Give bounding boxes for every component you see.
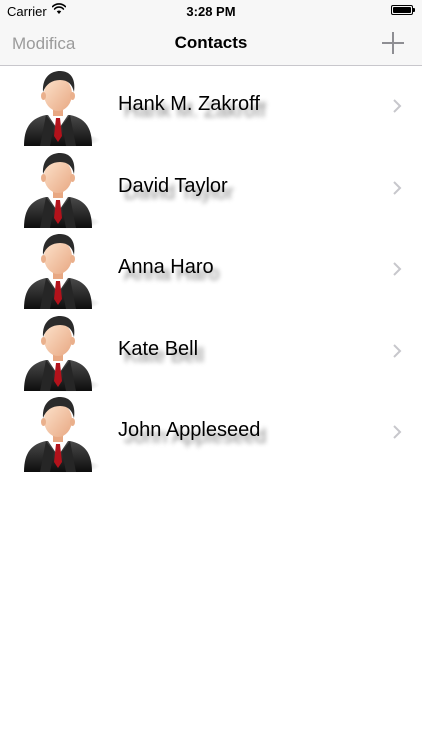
contact-name: Kate Bell: [118, 337, 199, 360]
businessman-avatar-icon: [16, 313, 100, 393]
businessman-avatar-icon: [16, 394, 100, 474]
status-bar: Carrier 3:28 PM: [0, 0, 422, 22]
battery-icon: [391, 5, 415, 15]
contact-row[interactable]: David Taylor: [0, 148, 422, 230]
businessman-avatar-icon: [16, 150, 100, 230]
chevron-right-icon: [393, 262, 402, 276]
status-time: 3:28 PM: [186, 4, 236, 19]
businessman-avatar-icon: [16, 68, 100, 148]
contact-name: David Taylor: [118, 174, 228, 197]
page-title: Contacts: [174, 33, 248, 52]
contact-row[interactable]: Anna Haro: [0, 229, 422, 311]
businessman-avatar-icon: [16, 231, 100, 311]
navigation-bar: Modifica Contacts: [0, 22, 422, 66]
chevron-right-icon: [393, 99, 402, 113]
plus-icon[interactable]: [382, 32, 404, 54]
contact-name: Anna Haro: [118, 256, 214, 278]
contact-name: John Appleseed: [118, 419, 261, 441]
chevron-right-icon: [393, 343, 402, 358]
contact-list: Hank M. Zakroff David Taylor Anna Haro K…: [0, 66, 422, 474]
contact-row[interactable]: Hank M. Zakroff: [0, 66, 422, 148]
contact-row[interactable]: Kate Bell: [0, 311, 422, 393]
contact-name: Hank M. Zakroff: [118, 93, 260, 115]
chevron-right-icon: [393, 180, 402, 195]
contact-row[interactable]: John Appleseed: [0, 392, 422, 474]
chevron-right-icon: [393, 425, 402, 439]
